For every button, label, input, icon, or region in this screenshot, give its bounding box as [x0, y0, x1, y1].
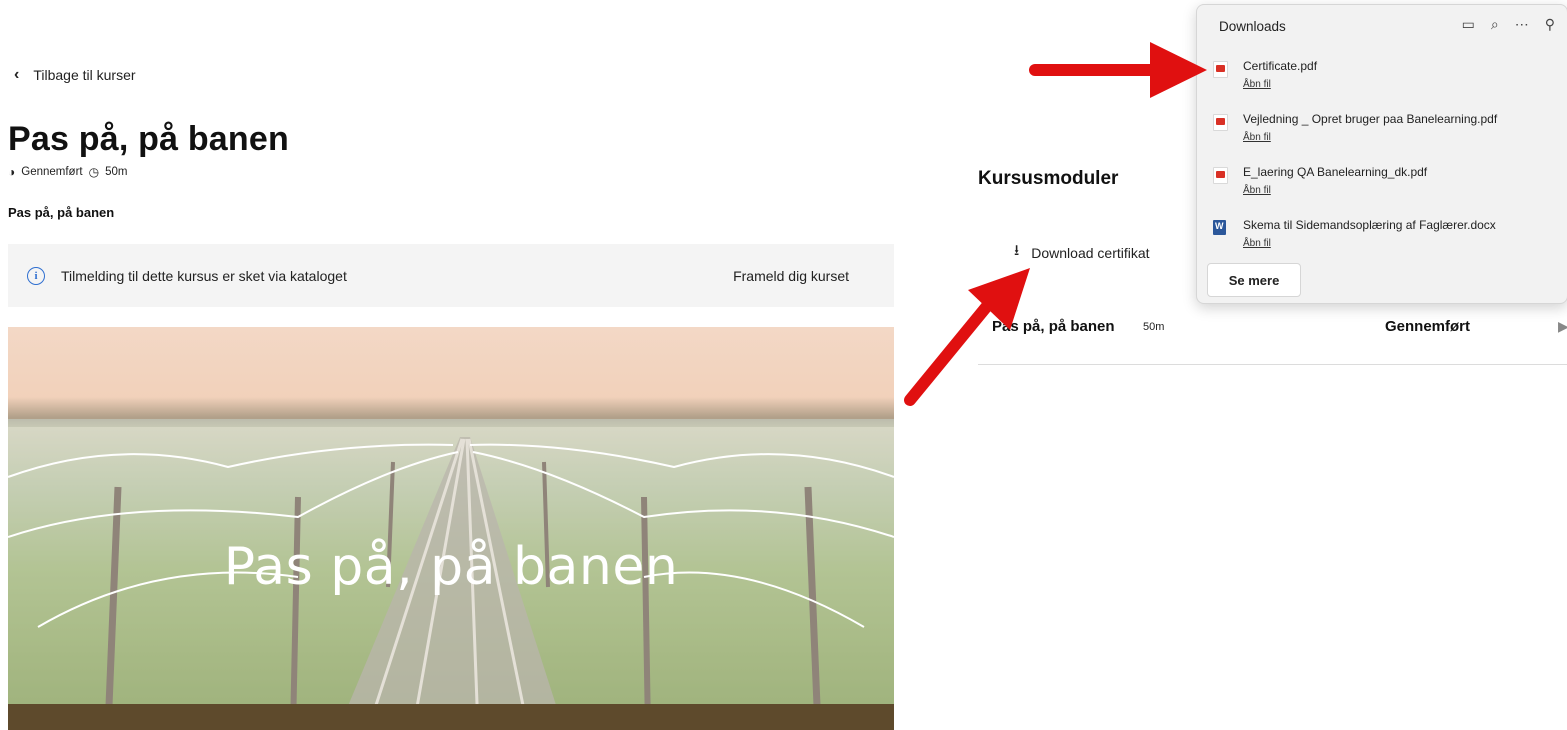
download-item[interactable]: Skema til Sidemandsoplæring af Faglærer.… — [1213, 218, 1553, 262]
course-subtitle: Pas på, på banen — [8, 205, 115, 220]
download-certificate-label: Download certifikat — [1031, 244, 1150, 261]
open-file-link[interactable]: Åbn fil — [1243, 238, 1271, 249]
module-status: Gennemført — [1385, 318, 1471, 335]
hero-title: Pas på, på banen — [223, 537, 679, 597]
search-icon[interactable]: ⌕ — [1491, 16, 1499, 33]
chevron-left-icon: ‹ — [14, 66, 20, 83]
folder-icon[interactable]: ▭ — [1462, 16, 1475, 33]
course-duration: 50m — [105, 166, 128, 178]
download-filename: Vejledning _ Opret bruger paa Banelearni… — [1243, 112, 1498, 126]
open-file-link[interactable]: Åbn fil — [1243, 132, 1271, 143]
pdf-file-icon — [1213, 114, 1228, 131]
open-file-link[interactable]: Åbn fil — [1243, 185, 1271, 196]
downloads-toolbar: ▭ ⌕ ⋯ ⚲ — [1462, 16, 1555, 33]
download-item[interactable]: Vejledning _ Opret bruger paa Banelearni… — [1213, 112, 1553, 156]
pdf-file-icon — [1213, 61, 1228, 78]
open-file-link[interactable]: Åbn fil — [1243, 79, 1271, 90]
download-certificate-button[interactable]: ⭳ Download certifikat — [1014, 240, 1150, 265]
module-name: Pas på, på banen — [992, 318, 1115, 335]
download-filename: Certificate.pdf — [1243, 59, 1318, 73]
more-icon[interactable]: ⋯ — [1515, 16, 1529, 33]
downloads-panel: Downloads ▭ ⌕ ⋯ ⚲ Certificate.pdf Åbn fi… — [1196, 4, 1567, 304]
download-filename: E_laering QA Banelearning_dk.pdf — [1243, 165, 1428, 179]
pdf-file-icon — [1213, 167, 1228, 184]
docx-file-icon — [1213, 220, 1226, 235]
download-icon: ⭳ — [1014, 242, 1020, 259]
pin-icon[interactable]: ⚲ — [1545, 16, 1555, 33]
info-icon: i — [27, 266, 45, 285]
course-status: Gennemført — [21, 166, 83, 178]
see-more-button[interactable]: Se mere — [1207, 263, 1301, 297]
course-meta: ◑ Gennemført ◷ 50m — [8, 165, 127, 179]
download-item[interactable]: E_laering QA Banelearning_dk.pdf Åbn fil — [1213, 165, 1553, 209]
hero-bottom-band — [8, 704, 894, 730]
modules-heading: Kursusmoduler — [978, 168, 1119, 189]
unenroll-button[interactable]: Frameld dig kurset — [733, 268, 849, 284]
course-hero-image: Pas på, på banen — [8, 327, 894, 730]
download-filename: Skema til Sidemandsoplæring af Faglærer.… — [1243, 218, 1496, 232]
status-half-circle-icon: ◑ — [8, 165, 16, 179]
page-title: Pas på, på banen — [8, 120, 289, 158]
annotation-arrow-icon — [1029, 42, 1207, 98]
play-arrow-icon[interactable]: ▶ — [1558, 318, 1567, 335]
back-to-courses-link[interactable]: ‹ Tilbage til kurser — [14, 66, 136, 84]
enrollment-info-bar: i Tilmelding til dette kursus er sket vi… — [8, 244, 894, 307]
module-duration: 50m — [1143, 321, 1165, 333]
back-link-label: Tilbage til kurser — [33, 67, 136, 83]
clock-icon: ◷ — [88, 165, 100, 179]
download-item[interactable]: Certificate.pdf Åbn fil — [1213, 59, 1553, 103]
downloads-title: Downloads — [1219, 19, 1286, 34]
enrollment-message: Tilmelding til dette kursus er sket via … — [61, 267, 347, 284]
module-row[interactable]: Pas på, på banen 50m Gennemført ▶ — [978, 306, 1567, 365]
